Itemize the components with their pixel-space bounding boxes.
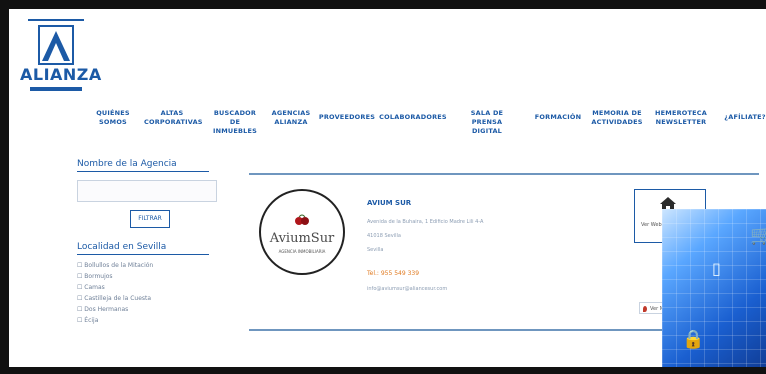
main-nav: QUIÉNES SOMOS ALTAS CORPORATIVAS BUSCADO… <box>81 109 766 139</box>
filter-button[interactable]: FILTRAR <box>130 210 170 228</box>
nav-altas-corporativas[interactable]: ALTAS CORPORATIVAS <box>144 109 202 127</box>
locality-label-text: Dos Hermanas <box>84 306 129 313</box>
nav-agencias-alianza[interactable]: AGENCIAS ALIANZA <box>271 109 311 127</box>
locality-checkbox[interactable]: ☐ Bollullos de la Mitación <box>77 260 227 271</box>
agency-email[interactable]: info@aviumsur@aliancesur.com <box>367 286 447 292</box>
locality-list: ☐ Bollullos de la Mitación ☐ Bormujos ☐ … <box>77 260 227 326</box>
nav-colaboradores[interactable]: COLABORADORES <box>379 113 447 122</box>
locality-checkbox[interactable]: ☐ Camas <box>77 282 227 293</box>
agency-logo[interactable]: AviumSur AGENCIA INMOBILIARIA <box>259 189 345 275</box>
agency-city: Sevilla <box>367 247 384 253</box>
tech-overlay-image: 🛒 ▯ 🔒 <box>662 209 766 367</box>
cart-icon: 🛒 <box>750 225 766 246</box>
agency-logo-name: AviumSur <box>269 231 335 246</box>
locality-label-text: Bormujos <box>84 273 113 280</box>
agency-phone[interactable]: Tel.: 955 549 339 <box>367 270 419 277</box>
listing-top-rule <box>249 173 759 175</box>
lock-icon: 🔒 <box>682 329 705 350</box>
cherry-icon <box>295 214 309 225</box>
locality-label-text: Camas <box>84 284 105 291</box>
logo-top-line <box>28 19 84 21</box>
divider <box>77 254 209 255</box>
nav-afiliate[interactable]: ¿AFÍLIATE? <box>715 113 766 122</box>
map-pin-icon <box>643 306 647 312</box>
page: ALIANZA QUIÉNES SOMOS ALTAS CORPORATIVAS… <box>9 9 766 367</box>
nav-buscador-inmuebles[interactable]: BUSCADOR DE INMUEBLES <box>209 109 261 136</box>
agency-address: Avenida de la Buhaira, 1 Edificio Madre … <box>367 219 484 225</box>
logo-triangle-icon <box>38 25 74 65</box>
locality-label-text: Bollullos de la Mitación <box>84 262 154 269</box>
tablet-icon: ▯ <box>712 259 721 278</box>
locality-checkbox[interactable]: ☐ Castilleja de la Cuesta <box>77 293 227 304</box>
nav-quienes-somos[interactable]: QUIÉNES SOMOS <box>91 109 135 127</box>
nav-memoria-actividades[interactable]: MEMORIA DE ACTIVIDADES <box>587 109 647 127</box>
locality-label-text: Écija <box>84 317 99 324</box>
logo-bar <box>30 87 82 91</box>
agency-name-input[interactable] <box>77 180 217 202</box>
locality-checkbox[interactable]: ☐ Écija <box>77 315 227 326</box>
nav-sala-prensa[interactable]: SALA DE PRENSA DIGITAL <box>457 109 517 136</box>
phone-label: Tel.: <box>367 270 379 277</box>
phone-number[interactable]: 955 549 339 <box>381 270 419 277</box>
locality-checkbox[interactable]: ☐ Dos Hermanas <box>77 304 227 315</box>
locality-checkbox[interactable]: ☐ Bormujos <box>77 271 227 282</box>
web-button-label: Ver Web <box>641 222 662 228</box>
nav-hemeroteca-newsletter[interactable]: HEMEROTECA NEWSLETTER <box>651 109 711 127</box>
divider <box>77 171 209 172</box>
filter-sidebar: Nombre de la Agencia FILTRAR Localidad e… <box>77 159 227 326</box>
agency-name-label: Nombre de la Agencia <box>77 159 177 169</box>
logo-text: ALIANZA <box>20 65 102 84</box>
agency-name[interactable]: AVIUM SUR <box>367 199 411 207</box>
alianza-logo[interactable]: ALIANZA <box>20 19 102 97</box>
locality-label-text: Castilleja de la Cuesta <box>84 295 152 302</box>
nav-proveedores[interactable]: PROVEEDORES <box>317 113 377 122</box>
agency-postal: 41018 Sevilla <box>367 233 401 239</box>
locality-label: Localidad en Sevilla <box>77 242 167 252</box>
nav-formacion[interactable]: FORMACIÓN <box>533 113 583 122</box>
agency-logo-tagline: AGENCIA INMOBILIARIA <box>278 249 326 254</box>
